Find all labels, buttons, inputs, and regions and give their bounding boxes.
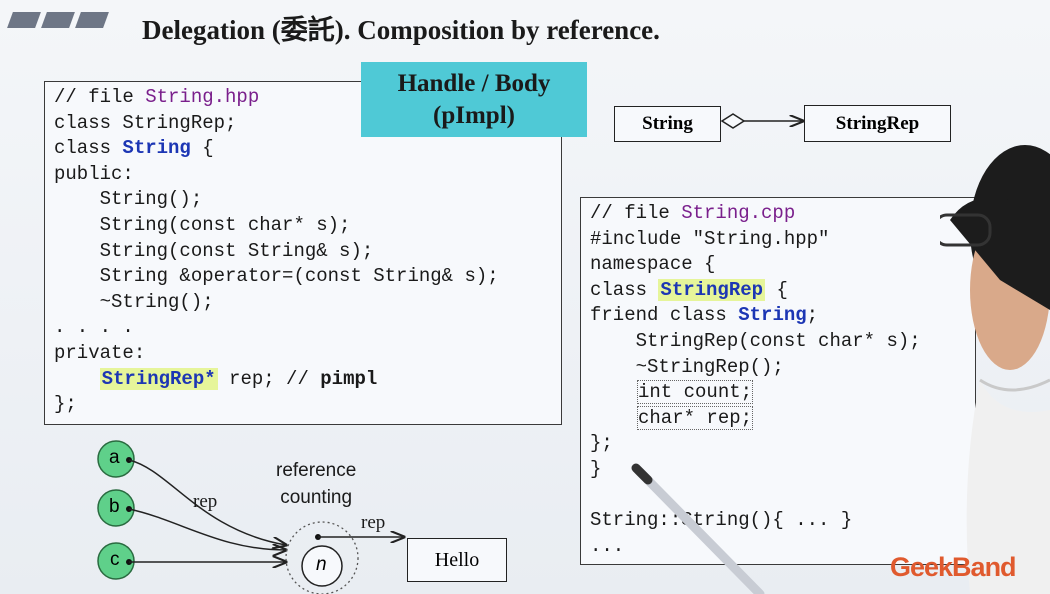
uml-diamond: [720, 113, 746, 129]
reference-counting-label: reference counting: [276, 457, 356, 511]
presenter-figure: [940, 145, 1050, 594]
rep-label-left: rep: [193, 491, 218, 512]
arrow-b: [128, 508, 286, 550]
ref-line2: counting: [280, 487, 353, 508]
diagram-svg: [97, 113, 1050, 594]
circle-a-label: a: [109, 447, 120, 468]
circle-b-label: b: [109, 496, 120, 517]
pointer-stick: [635, 467, 765, 594]
rep-label-right: rep: [361, 512, 386, 533]
ref-line1: reference: [276, 460, 357, 481]
refcount-n-label: n: [316, 554, 327, 575]
hello-box: Hello: [407, 538, 507, 582]
pointer-tip: [631, 463, 653, 485]
circle-c-label: c: [110, 549, 120, 570]
geekband-watermark: GeekBand: [890, 552, 1017, 582]
